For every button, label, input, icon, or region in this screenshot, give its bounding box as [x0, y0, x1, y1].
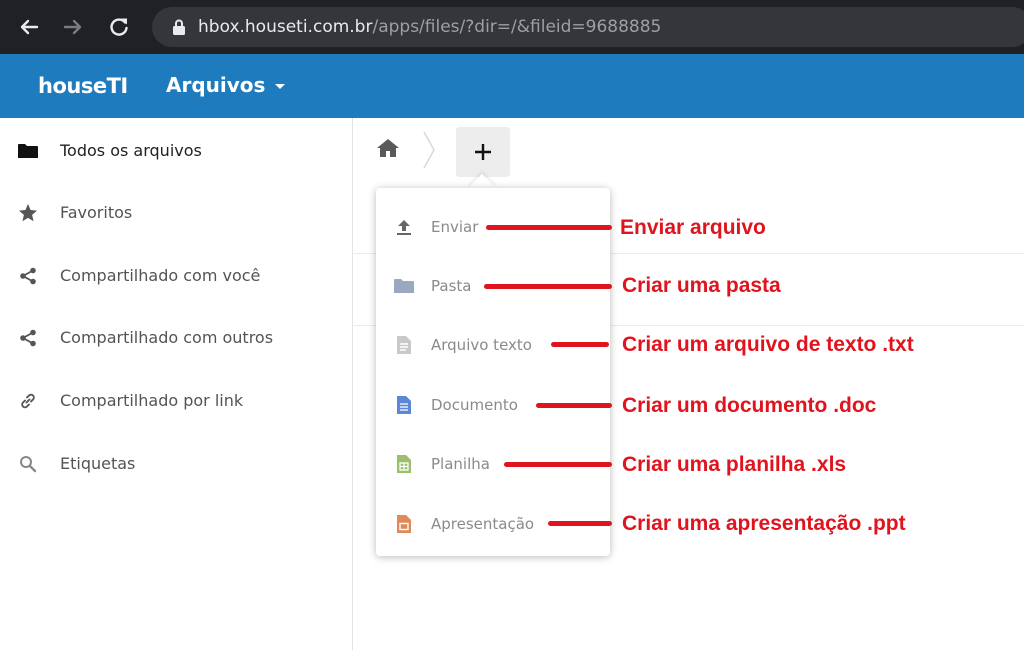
annotation-line: [504, 462, 612, 467]
menu-item-label: Planilha: [431, 455, 490, 473]
annotation-line: [548, 521, 612, 526]
menu-item-label: Arquivo texto: [431, 336, 532, 354]
caret-down-icon: [275, 83, 286, 89]
sidebar-item-label: Compartilhado com você: [60, 266, 261, 285]
sidebar-item-label: Etiquetas: [60, 454, 136, 473]
home-icon[interactable]: [376, 138, 400, 163]
link-icon: [17, 390, 39, 412]
url-host: hbox.houseti.com.br: [198, 17, 373, 37]
sidebar-item-label: Compartilhado com outros: [60, 328, 274, 347]
annotation-folder: Criar uma pasta: [622, 274, 781, 297]
annotation-line: [551, 342, 609, 347]
star-icon: [17, 202, 39, 224]
presentation-icon: [394, 514, 414, 534]
spreadsheet-icon: [394, 454, 414, 474]
document-icon: [394, 395, 414, 415]
menu-item-label: Documento: [431, 396, 518, 414]
sidebar-item-shared-with-others[interactable]: Compartilhado com outros: [0, 316, 352, 360]
breadcrumb-separator: [422, 130, 436, 175]
annotation-line: [536, 403, 612, 408]
annotation-document: Criar um documento .doc: [622, 394, 877, 417]
folder-icon: [394, 276, 414, 296]
sidebar: Todos os arquivos Favoritos Compartilhad…: [0, 118, 353, 650]
annotation-line: [484, 284, 612, 289]
lock-icon: [172, 19, 186, 40]
address-bar[interactable]: hbox.houseti.com.br/apps/files/?dir=/&fi…: [152, 7, 1024, 47]
search-icon: [17, 453, 39, 475]
share-icon: [17, 327, 39, 349]
menu-item-label: Enviar: [431, 218, 479, 236]
annotation-upload: Enviar arquivo: [620, 216, 766, 239]
app-name: Arquivos: [166, 73, 266, 97]
new-button[interactable]: [456, 127, 510, 177]
url-path: /apps/files/?dir=/&fileid=9688885: [372, 17, 662, 37]
sidebar-item-all-files[interactable]: Todos os arquivos: [0, 129, 352, 173]
url-text: hbox.houseti.com.br/apps/files/?dir=/&fi…: [198, 17, 661, 37]
annotation-spreadsheet: Criar uma planilha .xls: [622, 453, 847, 476]
sidebar-item-shared-by-link[interactable]: Compartilhado por link: [0, 379, 352, 423]
annotation-line: [486, 225, 612, 230]
folder-icon: [17, 140, 39, 162]
app-header: houseTI Arquivos: [0, 54, 1024, 118]
browser-toolbar: hbox.houseti.com.br/apps/files/?dir=/&fi…: [0, 0, 1024, 54]
forward-arrow-icon[interactable]: [58, 12, 88, 42]
back-arrow-icon[interactable]: [14, 12, 44, 42]
sidebar-item-label: Favoritos: [60, 203, 133, 222]
sidebar-item-favorites[interactable]: Favoritos: [0, 191, 352, 235]
app-menu-button[interactable]: Arquivos: [166, 73, 286, 97]
text-file-icon: [394, 335, 414, 355]
annotation-presentation: Criar uma apresentação .ppt: [622, 512, 906, 535]
sidebar-item-shared-with-you[interactable]: Compartilhado com você: [0, 254, 352, 298]
menu-item-label: Pasta: [431, 277, 472, 295]
sidebar-item-label: Todos os arquivos: [60, 141, 202, 160]
upload-icon: [394, 217, 414, 237]
share-icon: [17, 265, 39, 287]
sidebar-item-label: Compartilhado por link: [60, 391, 244, 410]
sidebar-item-tags[interactable]: Etiquetas: [0, 442, 352, 486]
new-menu: Enviar Pasta Arquivo texto Documento Pla…: [376, 188, 610, 556]
plus-icon: [475, 144, 491, 160]
annotation-text-file: Criar um arquivo de texto .txt: [622, 333, 914, 356]
reload-icon[interactable]: [104, 12, 134, 42]
brand-logo[interactable]: houseTI: [38, 74, 128, 98]
menu-item-label: Apresentação: [431, 515, 535, 533]
